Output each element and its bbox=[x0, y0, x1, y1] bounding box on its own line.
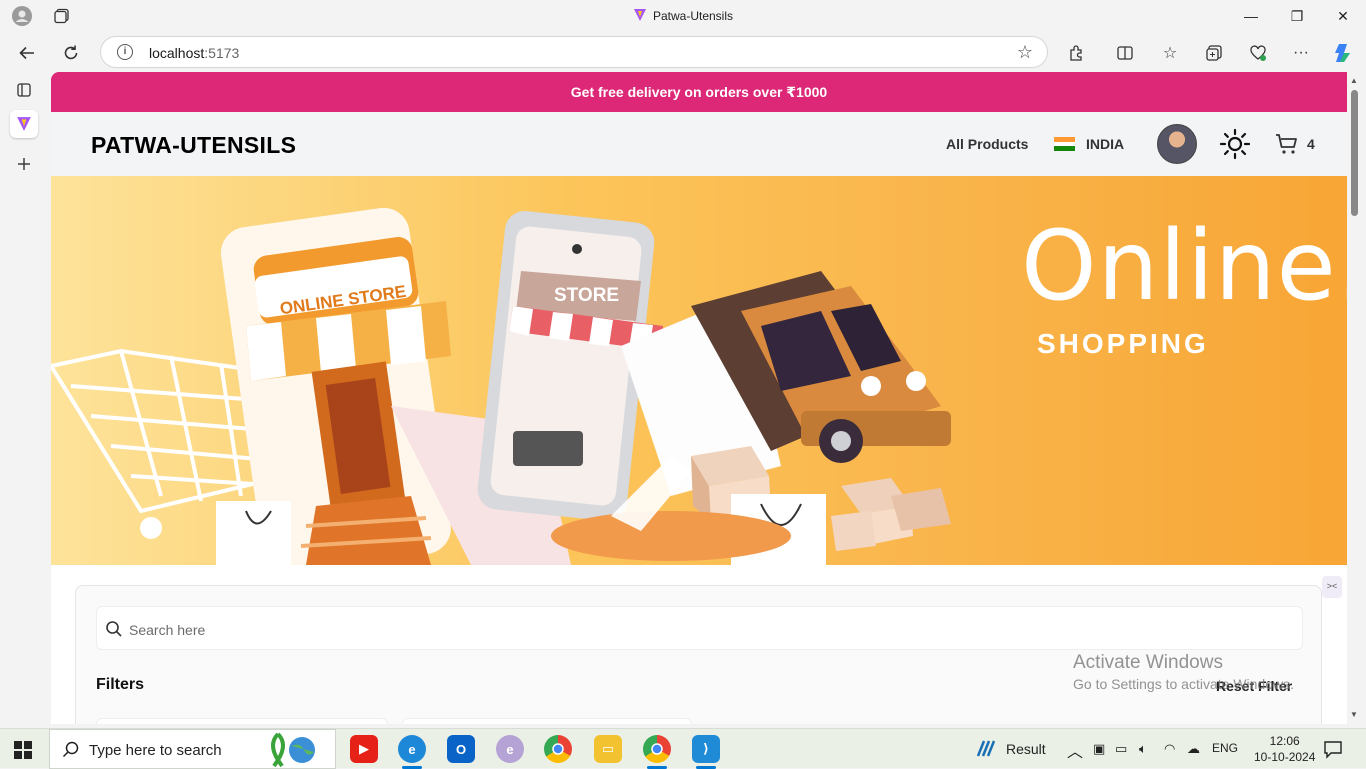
input-language-label[interactable]: ENG bbox=[1212, 741, 1238, 755]
file-explorer-app-icon[interactable]: ▭ bbox=[594, 735, 622, 763]
split-screen-icon[interactable] bbox=[1112, 40, 1138, 66]
edge-beta-app-icon[interactable]: e bbox=[496, 735, 524, 763]
outlook-app-icon[interactable]: O bbox=[447, 735, 475, 763]
chrome-profile-app-icon[interactable] bbox=[643, 735, 671, 769]
windows-start-icon[interactable] bbox=[14, 741, 32, 759]
vite-logo-icon bbox=[633, 9, 646, 21]
india-flag-icon bbox=[1054, 137, 1075, 152]
wifi-icon[interactable]: ◠ bbox=[1164, 741, 1175, 757]
activate-windows-watermark: Activate Windows Go to Settings to activ… bbox=[1073, 652, 1294, 692]
search-icon bbox=[106, 621, 122, 637]
taskbar-clock[interactable]: 12:06 10-10-2024 bbox=[1254, 733, 1315, 765]
country-label[interactable]: INDIA bbox=[1086, 136, 1124, 152]
copilot-icon[interactable] bbox=[1330, 40, 1356, 66]
browser-toolbar: i localhost:5173 ☆ ☆ ··· bbox=[0, 32, 1366, 72]
hero-headline: Online. bbox=[1021, 210, 1347, 322]
favorites-icon[interactable]: ☆ bbox=[1157, 40, 1183, 66]
scroll-thumb[interactable] bbox=[1351, 90, 1358, 216]
edge-app-icon[interactable]: e bbox=[398, 735, 426, 769]
cricket-result-widget-icon[interactable] bbox=[975, 738, 997, 760]
browser-essentials-icon[interactable] bbox=[1245, 40, 1271, 66]
vscode-app-icon[interactable]: ⟩ bbox=[692, 735, 720, 769]
clock-date: 10-10-2024 bbox=[1254, 750, 1316, 764]
scroll-up-icon[interactable]: ▲ bbox=[1350, 76, 1358, 85]
browser-titlebar: Patwa-Utensils — ❐ ✕ bbox=[0, 0, 1366, 32]
hero-banner: ONLINE STORE STORE Online. SHOPPING bbox=[51, 176, 1347, 565]
notifications-icon[interactable] bbox=[1323, 739, 1343, 759]
search-input[interactable]: Search here bbox=[96, 606, 1303, 650]
extensions-icon[interactable] bbox=[1064, 40, 1090, 66]
show-hidden-icons-chevron-up-icon[interactable]: ︿ bbox=[1067, 738, 1083, 762]
meet-now-icon[interactable]: ▣ bbox=[1093, 741, 1105, 757]
brand-logo[interactable]: PATWA-UTENSILS bbox=[91, 132, 296, 159]
cart-count-badge: 4 bbox=[1307, 136, 1315, 152]
minimize-button[interactable]: — bbox=[1228, 4, 1274, 28]
window-title: Patwa-Utensils bbox=[0, 8, 1366, 23]
hero-subheadline: SHOPPING bbox=[1037, 328, 1209, 359]
weather-icon[interactable]: ☁︎ bbox=[1187, 741, 1200, 757]
url-text[interactable]: localhost:5173 bbox=[149, 45, 239, 61]
page-scrollbar[interactable]: ▲ ▼ bbox=[1347, 72, 1366, 724]
youtube-app-icon[interactable]: ▶ bbox=[350, 735, 378, 763]
widget-result-label[interactable]: Result bbox=[1006, 741, 1046, 757]
store-sign: STORE bbox=[554, 285, 619, 306]
site-info-icon[interactable]: i bbox=[117, 44, 133, 60]
new-tab-icon[interactable] bbox=[10, 150, 38, 178]
clock-time: 12:06 bbox=[1269, 734, 1300, 748]
nav-all-products[interactable]: All Products bbox=[946, 136, 1028, 152]
filters-title: Filters bbox=[96, 676, 145, 693]
search-icon bbox=[62, 741, 79, 758]
filter-card[interactable] bbox=[402, 718, 692, 724]
active-tab-vite-icon[interactable] bbox=[10, 110, 38, 138]
more-menu-icon[interactable]: ··· bbox=[1288, 40, 1314, 66]
browser-vertical-tabs bbox=[0, 72, 48, 728]
collections-icon[interactable] bbox=[1201, 40, 1227, 66]
battery-icon[interactable]: ▭ bbox=[1115, 741, 1127, 757]
refresh-icon[interactable] bbox=[58, 40, 84, 66]
search-highlight-ribbon-globe-icon bbox=[271, 732, 315, 768]
devtools-toggle-icon[interactable]: >< bbox=[1322, 576, 1342, 598]
restore-button[interactable]: ❐ bbox=[1274, 4, 1320, 28]
windows-taskbar: Type here to search ▶ e O e ▭ ⟩ Result ︿… bbox=[0, 728, 1366, 769]
chrome-app-icon[interactable] bbox=[544, 735, 572, 763]
taskbar-search-input[interactable]: Type here to search bbox=[49, 729, 336, 769]
volume-icon[interactable]: 🔈︎ bbox=[1139, 741, 1147, 757]
scroll-down-icon[interactable]: ▼ bbox=[1350, 710, 1358, 719]
site-header: PATWA-UTENSILS All Products INDIA 4 bbox=[51, 112, 1347, 176]
back-icon[interactable] bbox=[14, 40, 40, 66]
promo-banner: Get free delivery on orders over ₹1000 bbox=[51, 72, 1347, 112]
filter-card[interactable] bbox=[96, 718, 388, 724]
tab-actions-icon[interactable] bbox=[10, 76, 38, 104]
favorite-star-icon[interactable]: ☆ bbox=[1017, 42, 1033, 63]
products-section: Search here Filters Reset Filter bbox=[51, 565, 1347, 724]
cart-icon[interactable] bbox=[1275, 132, 1299, 156]
search-placeholder: Search here bbox=[129, 622, 206, 638]
address-bar[interactable]: i localhost:5173 ☆ bbox=[100, 36, 1048, 68]
hero-illustration: ONLINE STORE STORE bbox=[51, 207, 951, 565]
close-button[interactable]: ✕ bbox=[1320, 4, 1366, 28]
tab-title: Patwa-Utensils bbox=[652, 9, 734, 23]
web-page: Get free delivery on orders over ₹1000 P… bbox=[51, 72, 1347, 724]
theme-toggle-sun-icon[interactable] bbox=[1219, 128, 1251, 160]
user-avatar[interactable] bbox=[1157, 124, 1197, 164]
